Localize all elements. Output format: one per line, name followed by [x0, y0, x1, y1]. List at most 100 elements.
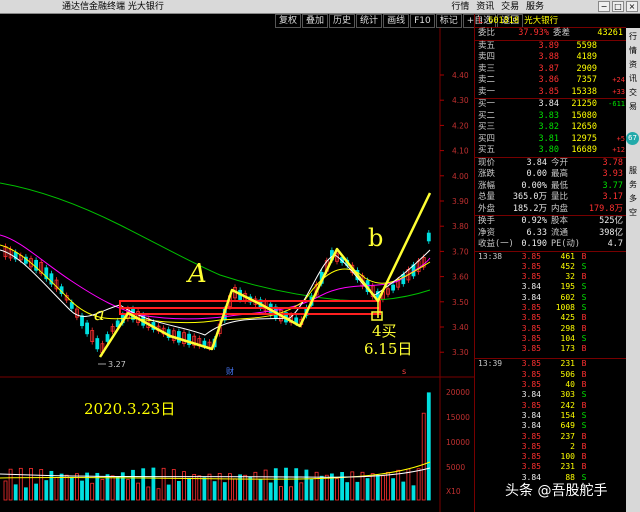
candle-body — [80, 315, 84, 327]
trade-ticks-1: 13:38 3.85 461 B 3.85 452 S 3.85 32 B 3.84 195 S 3.84… — [475, 252, 626, 355]
trade-tick-row-cell: B — [581, 462, 587, 472]
volume-bar — [222, 482, 227, 501]
price-axis-label: 4.00 — [452, 172, 469, 181]
volume-bar — [212, 481, 217, 501]
stat-row-cell: 525亿 — [599, 216, 623, 226]
sidebar-item[interactable]: 交 — [626, 87, 640, 98]
right-sidebar: 行 情 资 讯 交 易 67 服 务 多 空 — [626, 28, 640, 512]
toolbar-button[interactable]: 复权 — [275, 14, 302, 28]
close-icon[interactable]: × — [626, 1, 638, 12]
trade-tick-row: 3.85 298 B — [475, 324, 626, 334]
trade-tick-row-cell: B — [581, 323, 587, 333]
volume-bar — [141, 468, 146, 501]
maximize-icon[interactable]: □ — [612, 1, 624, 12]
volume-bar — [182, 471, 186, 501]
volume-bar — [44, 480, 49, 501]
trade-tick-row-cell: 154 — [560, 410, 575, 420]
trade-tick-row-cell: 506 — [560, 369, 575, 379]
trade-tick-row-cell: 461 — [560, 251, 575, 261]
annotation-b: b — [368, 224, 383, 252]
trade-tick-row-cell: 3.84 — [521, 421, 541, 431]
menu-item[interactable]: 行情 — [449, 2, 471, 12]
ask-row: 卖四 3.88 4189 — [475, 52, 626, 64]
sidebar-item[interactable]: 资 — [626, 59, 640, 70]
bid-row-cell: 16689 — [571, 145, 597, 155]
volume-axis-label: X10 — [446, 487, 461, 496]
volume-axis-label: 10000 — [446, 438, 470, 447]
low-price-label: 3.27 — [108, 360, 126, 369]
volume-bar — [90, 482, 95, 501]
trade-tick-row-cell: 13:39 — [478, 359, 503, 369]
stock-name: 光大银行 — [524, 16, 559, 26]
stock-header: L 601818 光大银行 — [475, 14, 626, 28]
stat-row: 净资 6.33 流通 398亿 — [475, 228, 626, 240]
trade-tick-row-cell: 3.85 — [521, 359, 541, 369]
trade-tick-row-cell: 3.85 — [521, 302, 541, 312]
trade-tick-row: 3.85 2 B — [475, 442, 626, 452]
bid-row-cell: 12975 — [571, 133, 597, 144]
ask-row-cell: 卖四 — [478, 52, 496, 62]
toolbar-button[interactable]: 标记 — [435, 14, 462, 28]
volume-bar — [401, 481, 406, 501]
sidebar-item[interactable]: 务 — [626, 179, 640, 190]
sidebar-item[interactable]: 空 — [626, 207, 640, 218]
sidebar-item[interactable]: 易 — [626, 101, 640, 112]
annotation-buy: 4买 — [372, 322, 397, 340]
kline-chart[interactable]: 4.40 4.30 4.20 4.10 4.00 3.90 3.80 3.70 3.60 3.50… — [0, 28, 474, 512]
menu-item[interactable]: 资讯 — [474, 2, 496, 12]
sidebar-item[interactable]: 讯 — [626, 73, 640, 84]
trade-tick-row-cell: 3.84 — [521, 390, 541, 400]
toolbar-button[interactable]: 统计 — [356, 14, 383, 28]
sidebar-item[interactable]: 行 — [626, 31, 640, 42]
bid-levels: 买一 3.84 21250 -611 买二 3.83 15080 买三 3.82 12650 买四 3… — [475, 99, 626, 157]
volume-bar — [151, 467, 156, 501]
volume-bar — [13, 484, 18, 501]
bid-row: 买四 3.81 12975 +5 — [475, 134, 626, 146]
volume-bar — [187, 477, 192, 501]
toolbar-button[interactable]: F10 — [410, 14, 435, 28]
ask-row-cell: 卖五 — [478, 40, 496, 51]
toolbar-button[interactable]: 画线 — [383, 14, 410, 28]
trade-tick-row: 3.84 303 S — [475, 390, 626, 400]
trade-tick-row-cell: 3.85 — [521, 369, 541, 379]
trade-tick-row: 13:39 3.85 231 B — [475, 359, 626, 369]
trade-tick-row-cell: 3.85 — [521, 333, 541, 343]
trade-tick-row-cell: B — [581, 359, 587, 369]
stat-row: 总量 365.0万 量比 3.17 — [475, 192, 626, 204]
sidebar-item[interactable]: 服 — [626, 165, 640, 176]
volume-bar — [126, 479, 130, 501]
trade-tick-row-cell: S — [581, 390, 587, 400]
volume-bar — [197, 475, 202, 501]
minimize-icon[interactable]: − — [598, 1, 610, 12]
volume-bar — [263, 469, 268, 501]
trade-tick-row-cell: 3.85 — [521, 251, 541, 261]
stat-row-cell: 净资 — [478, 227, 496, 238]
menu-item[interactable]: 服务 — [524, 2, 546, 12]
trade-tick-row: 3.85 173 B — [475, 344, 626, 354]
volume-bar — [294, 468, 299, 501]
stat-row-cell: 3.17 — [602, 192, 623, 202]
trade-tick-row: 3.85 100 B — [475, 452, 626, 462]
stat-row-cell: 涨跌 — [478, 169, 496, 179]
bid-row: 买五 3.80 16689 +12 — [475, 145, 626, 157]
volume-bar — [85, 472, 89, 501]
trade-tick-row-cell: 3.85 — [521, 441, 541, 451]
trade-tick-row-cell: 425 — [560, 313, 575, 323]
menu-item[interactable]: 交易 — [499, 2, 521, 12]
sidebar-item[interactable]: 情 — [626, 45, 640, 56]
ask-row-cell: 3.88 — [538, 52, 559, 62]
sidebar-item[interactable]: 多 — [626, 193, 640, 204]
bid-row-cell: 买五 — [478, 145, 496, 155]
bid-row-cell: 买四 — [478, 133, 496, 144]
ask-row-cell: 5598 — [576, 40, 597, 51]
start-date-annotation: 2020.3.23日 — [84, 400, 176, 418]
toolbar-button[interactable]: 叠加 — [302, 14, 329, 28]
toolbar-button[interactable]: 历史 — [329, 14, 356, 28]
volume-bar — [391, 478, 396, 501]
trade-ticks-2: 13:39 3.85 231 B 3.85 506 B 3.85 40 B 3.84 303 S 3.85… — [475, 359, 626, 483]
sidebar-badge-icon[interactable]: 67 — [626, 132, 639, 145]
trade-tick-row-cell: 3.85 — [521, 380, 541, 390]
trade-tick-row-cell: 231 — [560, 359, 575, 369]
trade-tick-row-cell: 3.85 — [521, 400, 541, 410]
trade-tick-row: 3.84 154 S — [475, 411, 626, 421]
